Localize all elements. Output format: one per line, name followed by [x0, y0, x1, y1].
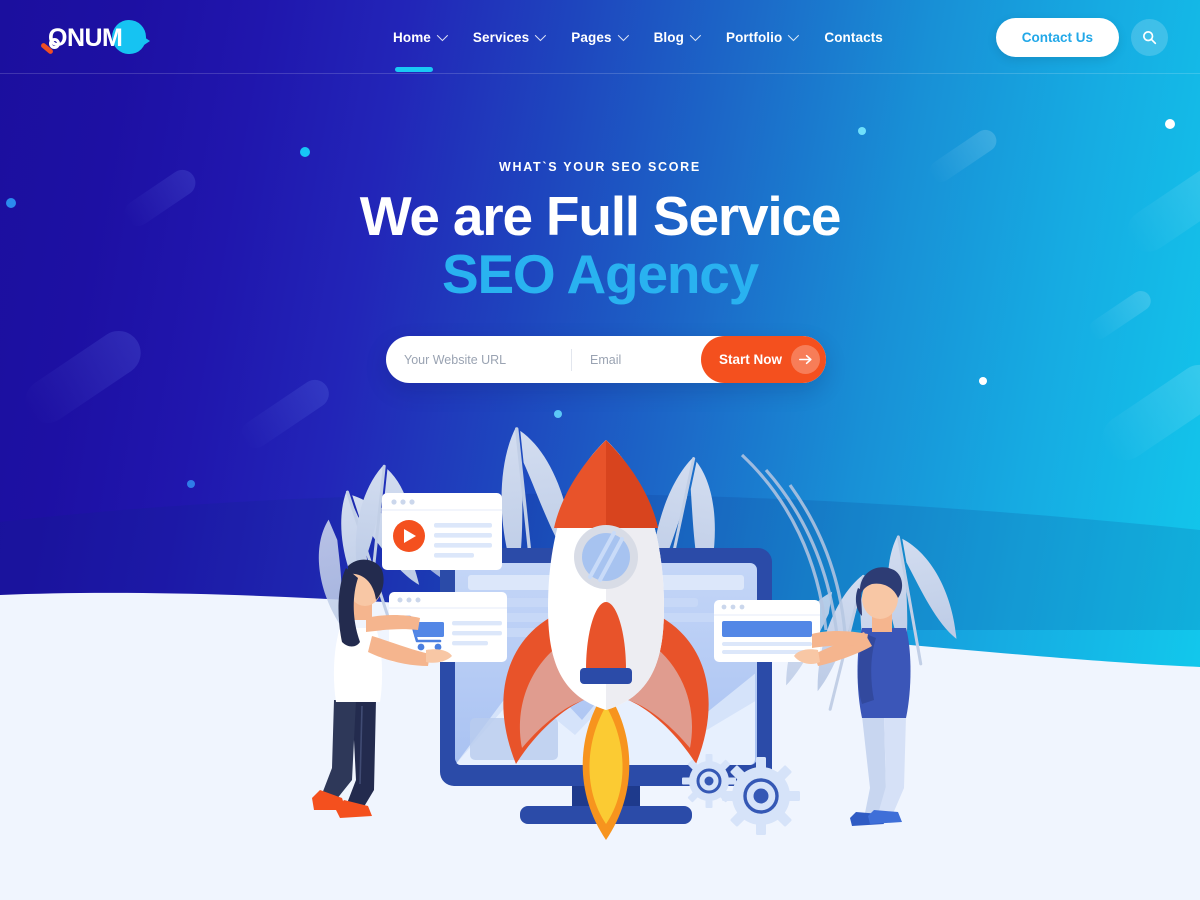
- hero-headline: We are Full Service: [359, 185, 842, 247]
- nav-label: Pages: [571, 29, 612, 45]
- nav-active-indicator: [395, 67, 433, 72]
- hero-eyebrow: WHAT`S YOUR SEO SCORE: [499, 160, 701, 174]
- brand-name: ONUM: [48, 24, 123, 52]
- nav-item-services[interactable]: Services: [472, 0, 547, 74]
- nav-item-contacts[interactable]: Contacts: [824, 0, 883, 74]
- nav-label: Blog: [653, 29, 684, 45]
- chevron-down-icon: [436, 29, 448, 42]
- logo-mark: ONUM: [40, 18, 150, 58]
- chevron-down-icon: [788, 29, 800, 42]
- form-divider: [571, 348, 572, 371]
- nav-item-portfolio[interactable]: Portfolio: [725, 0, 800, 74]
- nav-item-blog[interactable]: Blog: [653, 0, 702, 74]
- chevron-down-icon: [689, 29, 702, 42]
- chevron-down-icon: [617, 29, 629, 42]
- arrow-right-icon: [798, 354, 812, 365]
- gear-large: [722, 757, 800, 835]
- header-actions: Contact Us: [995, 0, 1168, 74]
- hero-headline-accent: SEO Agency: [441, 243, 759, 305]
- contact-us-button[interactable]: Contact Us: [995, 17, 1119, 57]
- nav-item-pages[interactable]: Pages: [571, 0, 629, 74]
- search-button[interactable]: [1131, 18, 1168, 56]
- website-url-input[interactable]: [404, 352, 564, 367]
- nav-label: Services: [472, 29, 530, 45]
- nav-item-home[interactable]: Home: [393, 0, 448, 74]
- browser-card-video: [382, 493, 502, 570]
- nav-label: Contacts: [824, 29, 883, 45]
- site-header: ONUM Home Services Pages Blog Portfolio …: [0, 0, 1200, 74]
- start-now-button[interactable]: Start Now: [701, 336, 826, 383]
- main-navigation: Home Services Pages Blog Portfolio Conta…: [393, 0, 883, 74]
- magnifier-lens-icon: [49, 38, 60, 49]
- nav-label: Portfolio: [725, 29, 783, 45]
- brand-logo[interactable]: ONUM: [40, 18, 150, 58]
- seo-score-form: Start Now: [386, 336, 826, 383]
- search-icon: [1143, 30, 1157, 44]
- seo-rocket-illustration: [312, 427, 957, 840]
- nav-label: Home: [393, 29, 431, 45]
- arrow-circle: [791, 345, 821, 374]
- email-input[interactable]: [590, 352, 700, 367]
- start-now-label: Start Now: [719, 352, 783, 367]
- chevron-down-icon: [535, 29, 547, 42]
